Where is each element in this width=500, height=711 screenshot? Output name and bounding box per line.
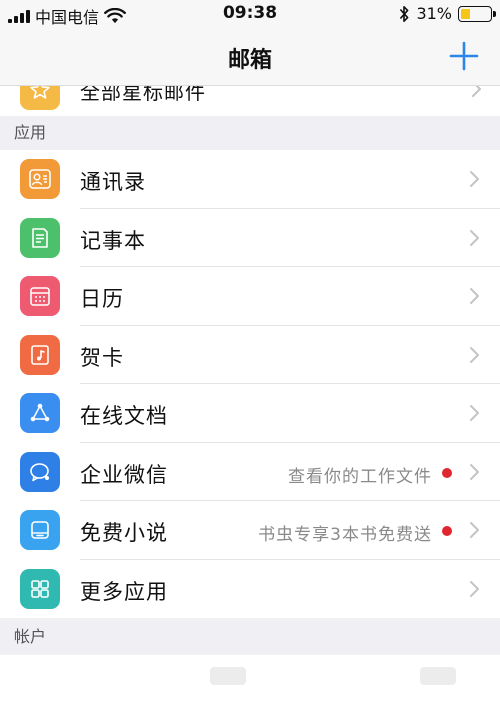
item-label: 日历 bbox=[80, 287, 124, 311]
faded-icon bbox=[210, 667, 246, 685]
chevron-right-icon bbox=[472, 86, 481, 97]
battery-percent: 31% bbox=[416, 4, 452, 23]
notification-dot bbox=[442, 467, 452, 478]
battery-icon bbox=[458, 5, 496, 22]
app-list: 通讯录 记事本 日历 贺卡 在线文档 企业微信 查看你的工作文件 免费小说 书虫… bbox=[0, 150, 500, 618]
page-title: 邮箱 bbox=[227, 48, 272, 73]
battery-fill bbox=[461, 8, 470, 19]
status-bar: 中国电信 09:38 31% bbox=[0, 0, 500, 30]
notification-dot bbox=[442, 526, 452, 536]
list-item-notepad[interactable]: 记事本 bbox=[0, 209, 500, 268]
nav-bar: 邮箱 bbox=[0, 30, 500, 86]
section-header-apps: 应用 bbox=[0, 116, 500, 150]
list-item-contacts[interactable]: 通讯录 bbox=[0, 150, 500, 209]
notepad-icon bbox=[20, 217, 60, 258]
book-icon bbox=[20, 510, 60, 550]
chevron-right-icon bbox=[470, 229, 479, 246]
chevron-right-icon bbox=[470, 171, 479, 187]
faded-icon bbox=[420, 667, 456, 685]
starred-mail-row[interactable]: 全部星标邮件 bbox=[0, 86, 500, 116]
item-label: 贺卡 bbox=[80, 345, 124, 370]
chevron-right-icon bbox=[470, 522, 479, 538]
chevron-right-icon bbox=[470, 463, 479, 480]
calendar-icon bbox=[20, 276, 60, 316]
plus-icon[interactable] bbox=[446, 38, 482, 74]
chevron-right-icon bbox=[470, 580, 479, 597]
item-detail: 查看你的工作文件 bbox=[288, 466, 432, 487]
chevron-right-icon bbox=[470, 405, 479, 421]
share-nodes-icon bbox=[20, 393, 60, 433]
item-label: 在线文档 bbox=[80, 404, 168, 428]
list-item-greeting-card[interactable]: 贺卡 bbox=[0, 326, 500, 385]
status-right: 31% bbox=[398, 4, 496, 23]
list-item-calendar[interactable]: 日历 bbox=[0, 267, 500, 326]
section-header-account: 帐户 bbox=[0, 620, 500, 654]
wework-icon bbox=[20, 451, 60, 492]
star-icon bbox=[20, 86, 60, 110]
greeting-card-icon bbox=[20, 334, 60, 375]
list-item-online-docs[interactable]: 在线文档 bbox=[0, 384, 500, 443]
chevron-right-icon bbox=[470, 346, 479, 363]
contacts-icon bbox=[20, 159, 60, 199]
list-item-more-apps[interactable]: 更多应用 bbox=[0, 560, 500, 619]
list-item-free-novels[interactable]: 免费小说 书虫专享3本书免费送 bbox=[0, 501, 500, 560]
starred-mail-label: 全部星标邮件 bbox=[80, 86, 206, 104]
list-item-wework[interactable]: 企业微信 查看你的工作文件 bbox=[0, 443, 500, 502]
grid-icon bbox=[20, 568, 60, 609]
item-label: 通讯录 bbox=[80, 170, 146, 194]
item-label: 更多应用 bbox=[80, 579, 168, 604]
bluetooth-icon bbox=[400, 5, 409, 22]
item-label: 免费小说 bbox=[80, 521, 168, 545]
chevron-right-icon bbox=[470, 288, 479, 304]
item-detail: 书虫专享3本书免费送 bbox=[258, 525, 432, 545]
item-label: 企业微信 bbox=[80, 462, 168, 487]
account-list bbox=[0, 655, 500, 711]
item-label: 记事本 bbox=[80, 228, 146, 253]
